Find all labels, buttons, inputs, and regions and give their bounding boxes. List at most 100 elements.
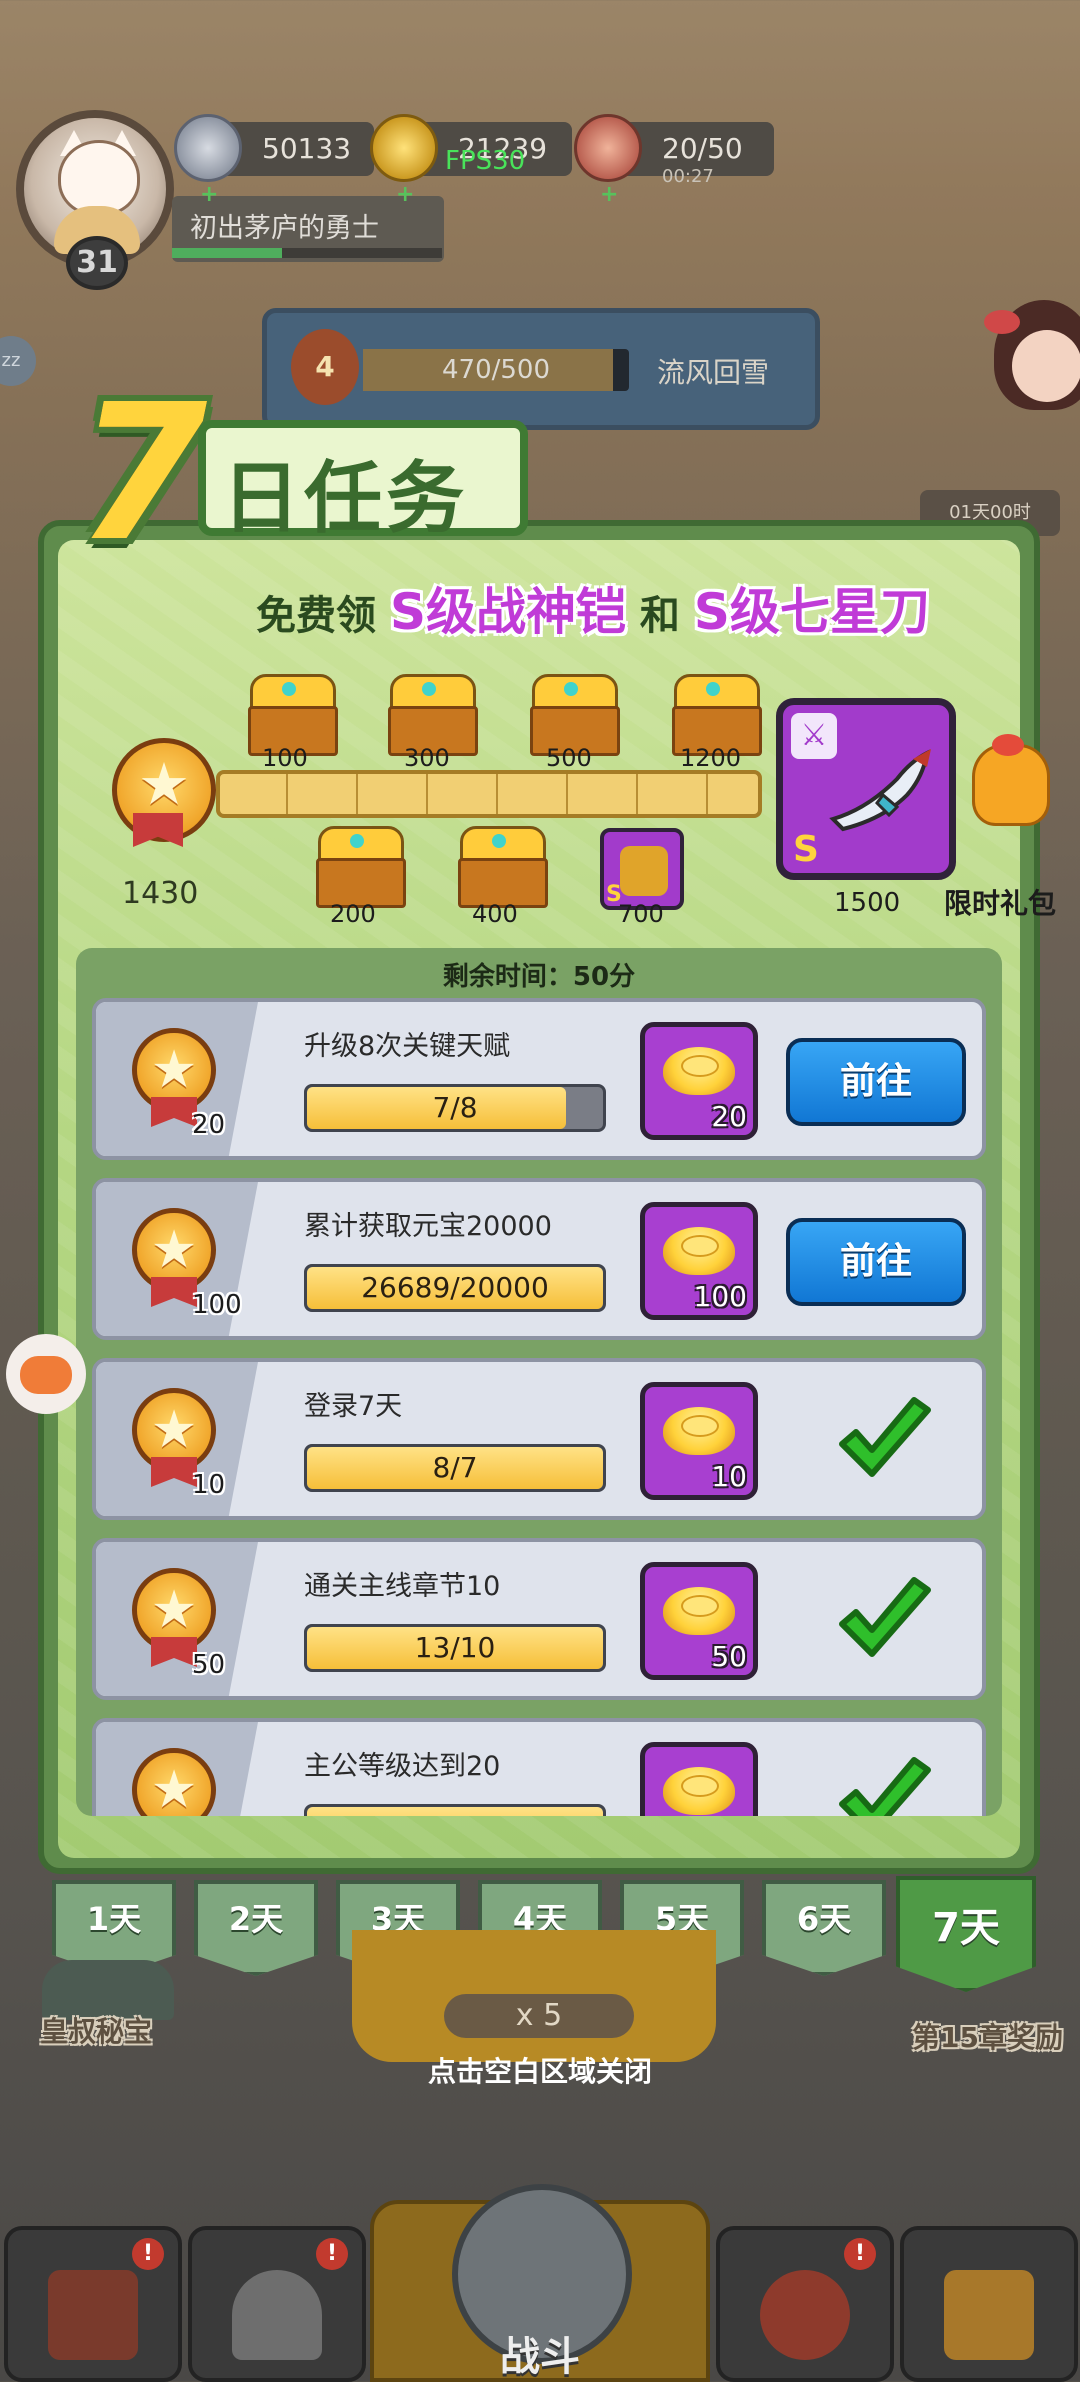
task-row: ★ 100 累计获取元宝20000 26689/20000 100 前往: [92, 1178, 986, 1340]
task-reward[interactable]: 50: [640, 1562, 758, 1680]
coin-value: 50133: [262, 132, 352, 165]
check-mark-icon: [839, 1397, 931, 1477]
milestone-label: 300: [404, 744, 450, 772]
task-name: 累计获取元宝20000: [304, 1211, 552, 1242]
task-points: 100: [192, 1290, 242, 1320]
npc-girl-avatar[interactable]: [984, 290, 1080, 460]
milestone-label: 100: [262, 744, 308, 772]
close-hint[interactable]: 点击空白区域关闭: [0, 2050, 1080, 2090]
final-reward-points: 1500: [834, 888, 901, 918]
task-progress-text: 26689/20000: [361, 1271, 549, 1304]
check-mark-icon: [839, 1757, 931, 1816]
milestone-label: 1200: [680, 744, 742, 772]
points-medal-icon: ★: [132, 1028, 216, 1127]
task-progress-bar: 7/8: [304, 1084, 606, 1132]
chapter-badge: 4: [291, 329, 359, 405]
gamepad-float-button[interactable]: [6, 1334, 86, 1414]
seven-star-blade-icon: [829, 749, 931, 832]
milestone-chest[interactable]: [526, 674, 620, 756]
task-row: ★ 20 升级8次关键天赋 7/8 20 前往: [92, 998, 986, 1160]
task-reward[interactable]: [640, 1742, 758, 1816]
promo-line: 免费领 S级战神铠 和 S级七星刀: [256, 572, 930, 642]
task-progress-text: 8/7: [432, 1451, 478, 1484]
points-medal-icon: ★: [112, 738, 216, 847]
task-progress-bar: 8/7: [304, 1444, 606, 1492]
milestone-chest[interactable]: [454, 826, 548, 908]
nav-battle-button[interactable]: 战斗: [370, 2184, 710, 2382]
title-text: 日任务: [222, 454, 469, 544]
points-medal-icon: ★: [132, 1568, 216, 1667]
promo-mid: 和: [639, 593, 680, 639]
task-name: 通关主线章节10: [304, 1571, 501, 1602]
task-progress-text: 13/10: [414, 1631, 496, 1664]
milestone-label: 700: [618, 900, 664, 928]
go-button[interactable]: 前往: [786, 1038, 966, 1126]
milestone-armor-reward[interactable]: S: [600, 828, 684, 910]
add-coin-icon[interactable]: +: [200, 168, 218, 222]
promo-item2: S级七星刀: [693, 583, 930, 641]
notification-badge: !: [132, 2238, 164, 2270]
helmet-icon: [232, 2270, 322, 2360]
nav-pet-button[interactable]: !: [716, 2226, 894, 2382]
shop-icon: [48, 2270, 138, 2360]
task-reward-amount: 10: [711, 1460, 747, 1493]
milestone-chest[interactable]: [244, 674, 338, 756]
task-row: ★ 主公等级达到20: [92, 1718, 986, 1816]
chapter-name: 流风回雪: [657, 356, 770, 389]
task-reward-amount: 100: [693, 1280, 747, 1313]
treasure-label: 皇叔秘宝: [40, 2015, 153, 2048]
task-progress-bar: 26689/20000: [304, 1264, 606, 1312]
task-points: 50: [192, 1650, 226, 1680]
task-row: ★ 10 登录7天 8/7 10: [92, 1358, 986, 1520]
limited-gift-icon[interactable]: [962, 730, 1054, 826]
add-gold-icon[interactable]: +: [396, 168, 414, 222]
pet-icon: [760, 2270, 850, 2360]
stamina-timer: 00:27: [662, 166, 714, 187]
task-list[interactable]: ★ 20 升级8次关键天赋 7/8 20 前往 ★ 100 累计获取元宝2000…: [88, 998, 992, 1816]
milestone-chest[interactable]: [312, 826, 406, 908]
player-level-badge: 31: [66, 236, 128, 290]
gold-ingot-icon: [663, 1587, 735, 1635]
task-points: 10: [192, 1470, 226, 1500]
points-medal-icon: ★: [132, 1388, 216, 1487]
total-points: 1430: [122, 876, 199, 911]
notification-badge: !: [844, 2238, 876, 2270]
task-name: 登录7天: [304, 1391, 403, 1422]
check-mark-icon: [839, 1577, 931, 1657]
coin-counter[interactable]: + 50133: [174, 114, 374, 207]
task-points: 20: [192, 1110, 226, 1140]
nav-shop-button[interactable]: !: [4, 2226, 182, 2382]
upgrade-icon: [944, 2270, 1034, 2360]
task-progress-bar: [304, 1804, 606, 1816]
meat-cost-chip: x 5: [444, 1994, 634, 2038]
promo-item1: S级战神铠: [389, 583, 626, 641]
task-reward[interactable]: 20: [640, 1022, 758, 1140]
chapter-progress-panel[interactable]: 4 470/500 流风回雪: [262, 308, 820, 430]
promo-prefix: 免费领: [256, 593, 376, 639]
task-reward-amount: 50: [711, 1640, 747, 1673]
limited-gift-label[interactable]: 限时礼包: [944, 882, 1056, 922]
nav-upgrade-button[interactable]: [900, 2226, 1078, 2382]
nav-equipment-button[interactable]: !: [188, 2226, 366, 2382]
milestone-chest[interactable]: [668, 674, 762, 756]
final-blade-reward[interactable]: ⚔ S: [776, 698, 956, 880]
points-medal-icon: ★: [132, 1748, 216, 1816]
gold-ingot-icon: [663, 1407, 735, 1455]
task-reward-amount: 20: [711, 1100, 747, 1133]
go-button[interactable]: 前往: [786, 1218, 966, 1306]
battle-label: 战斗: [500, 2334, 580, 2380]
gold-ingot-icon: [663, 1227, 735, 1275]
gold-ingot-icon: [663, 1047, 735, 1095]
milestone-label: 500: [546, 744, 592, 772]
task-reward[interactable]: 10: [640, 1382, 758, 1500]
final-reward-grade: S: [793, 829, 819, 870]
chapter-progress-bar: 470/500: [363, 349, 629, 391]
fps-readout: FPS30: [445, 146, 526, 176]
milestone-chest[interactable]: [384, 674, 478, 756]
add-stamina-icon[interactable]: +: [600, 168, 618, 222]
remaining-time: 剩余时间：50分: [442, 962, 636, 992]
task-reward[interactable]: 100: [640, 1202, 758, 1320]
gold-ingot-icon: [663, 1767, 735, 1815]
points-medal-icon: ★: [132, 1208, 216, 1307]
task-row: ★ 50 通关主线章节10 13/10 50: [92, 1538, 986, 1700]
